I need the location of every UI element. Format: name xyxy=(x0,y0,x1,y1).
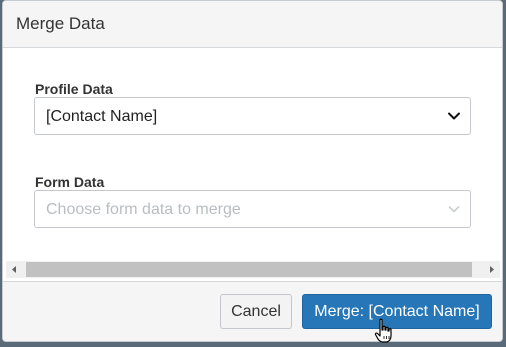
profile-data-label: Profile Data xyxy=(35,81,113,97)
form-data-placeholder: Choose form data to merge xyxy=(46,201,241,218)
form-data-label: Form Data xyxy=(35,174,105,190)
profile-data-select[interactable]: [Contact Name] xyxy=(34,97,471,135)
dialog-header: Merge Data xyxy=(3,1,502,48)
merge-data-dialog: Merge Data Profile Data [Contact Name] F… xyxy=(2,0,503,342)
dialog-title: Merge Data xyxy=(16,14,105,33)
form-data-select[interactable]: Choose form data to merge xyxy=(34,190,471,228)
arrow-left-icon[interactable] xyxy=(6,261,23,278)
chevron-down-icon xyxy=(448,112,460,120)
cancel-button[interactable]: Cancel xyxy=(220,294,292,329)
dialog-footer: Cancel Merge: [Contact Name] xyxy=(3,281,502,341)
chevron-down-icon xyxy=(448,206,460,213)
profile-data-selected-value: [Contact Name] xyxy=(46,108,158,125)
arrow-right-icon[interactable] xyxy=(483,261,500,278)
scrollbar-thumb[interactable] xyxy=(26,262,472,277)
horizontal-scrollbar[interactable] xyxy=(6,261,500,278)
merge-button[interactable]: Merge: [Contact Name] xyxy=(302,294,492,329)
